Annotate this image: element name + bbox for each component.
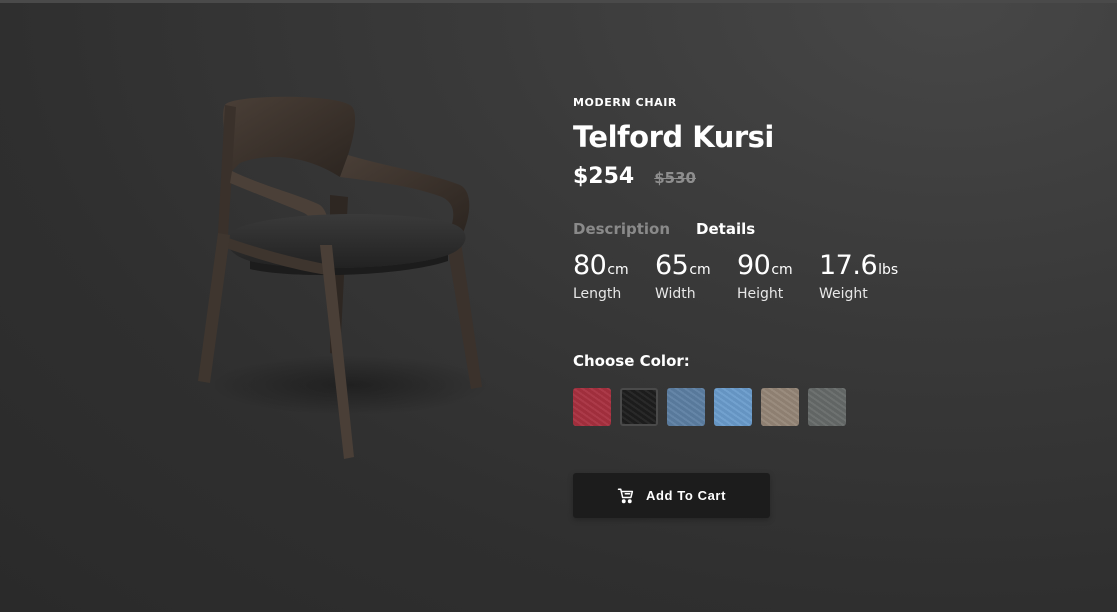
top-border: [0, 0, 1117, 3]
spec-weight: 17.6 lbs Weight: [819, 250, 901, 302]
spec-value: 90: [737, 250, 771, 281]
spec-unit: cm: [771, 262, 793, 278]
spec-height: 90 cm Height: [737, 250, 819, 302]
product-details: MODERN CHAIR Telford Kursi $254 $530 Des…: [573, 96, 993, 518]
spec-unit: cm: [689, 262, 711, 278]
spec-label: Length: [573, 286, 622, 302]
spec-width: 65 cm Width: [655, 250, 737, 302]
spec-value: 65: [655, 250, 689, 281]
spec-value-line: 17.6 lbs: [819, 250, 901, 284]
add-to-cart-label: Add To Cart: [645, 488, 727, 503]
spec-value-line: 65 cm: [655, 250, 737, 284]
info-tabs: Description Details: [573, 218, 993, 240]
spec-unit: cm: [607, 262, 629, 278]
spec-value-line: 90 cm: [737, 250, 819, 284]
product-image: [180, 85, 510, 475]
spec-value: 17.6: [819, 250, 878, 281]
current-price: $254: [573, 164, 635, 189]
cart-icon: [617, 487, 635, 505]
tab-details[interactable]: Details: [696, 220, 755, 238]
tab-description[interactable]: Description: [573, 220, 670, 238]
color-swatches: [573, 388, 993, 426]
product-category: MODERN CHAIR: [573, 96, 678, 109]
choose-color-label: Choose Color:: [573, 352, 690, 370]
price-row: $254 $530: [573, 164, 993, 192]
color-swatch-denim[interactable]: [667, 388, 705, 426]
chair-icon: [198, 96, 490, 459]
spec-label: Width: [655, 286, 696, 302]
color-swatch-sky-blue[interactable]: [714, 388, 752, 426]
color-swatch-beige[interactable]: [761, 388, 799, 426]
old-price: $530: [654, 169, 696, 187]
color-swatch-black[interactable]: [620, 388, 658, 426]
spec-value: 80: [573, 250, 607, 281]
spec-length: 80 cm Length: [573, 250, 655, 302]
spec-label: Height: [737, 286, 784, 302]
spec-list: 80 cm Length 65 cm Width 90 cm Height 17…: [573, 250, 993, 302]
spec-label: Weight: [819, 286, 868, 302]
add-to-cart-button[interactable]: Add To Cart: [573, 473, 770, 518]
spec-unit: lbs: [878, 262, 899, 278]
color-swatch-gray[interactable]: [808, 388, 846, 426]
product-title: Telford Kursi: [573, 120, 774, 154]
color-swatch-red[interactable]: [573, 388, 611, 426]
spec-value-line: 80 cm: [573, 250, 655, 284]
